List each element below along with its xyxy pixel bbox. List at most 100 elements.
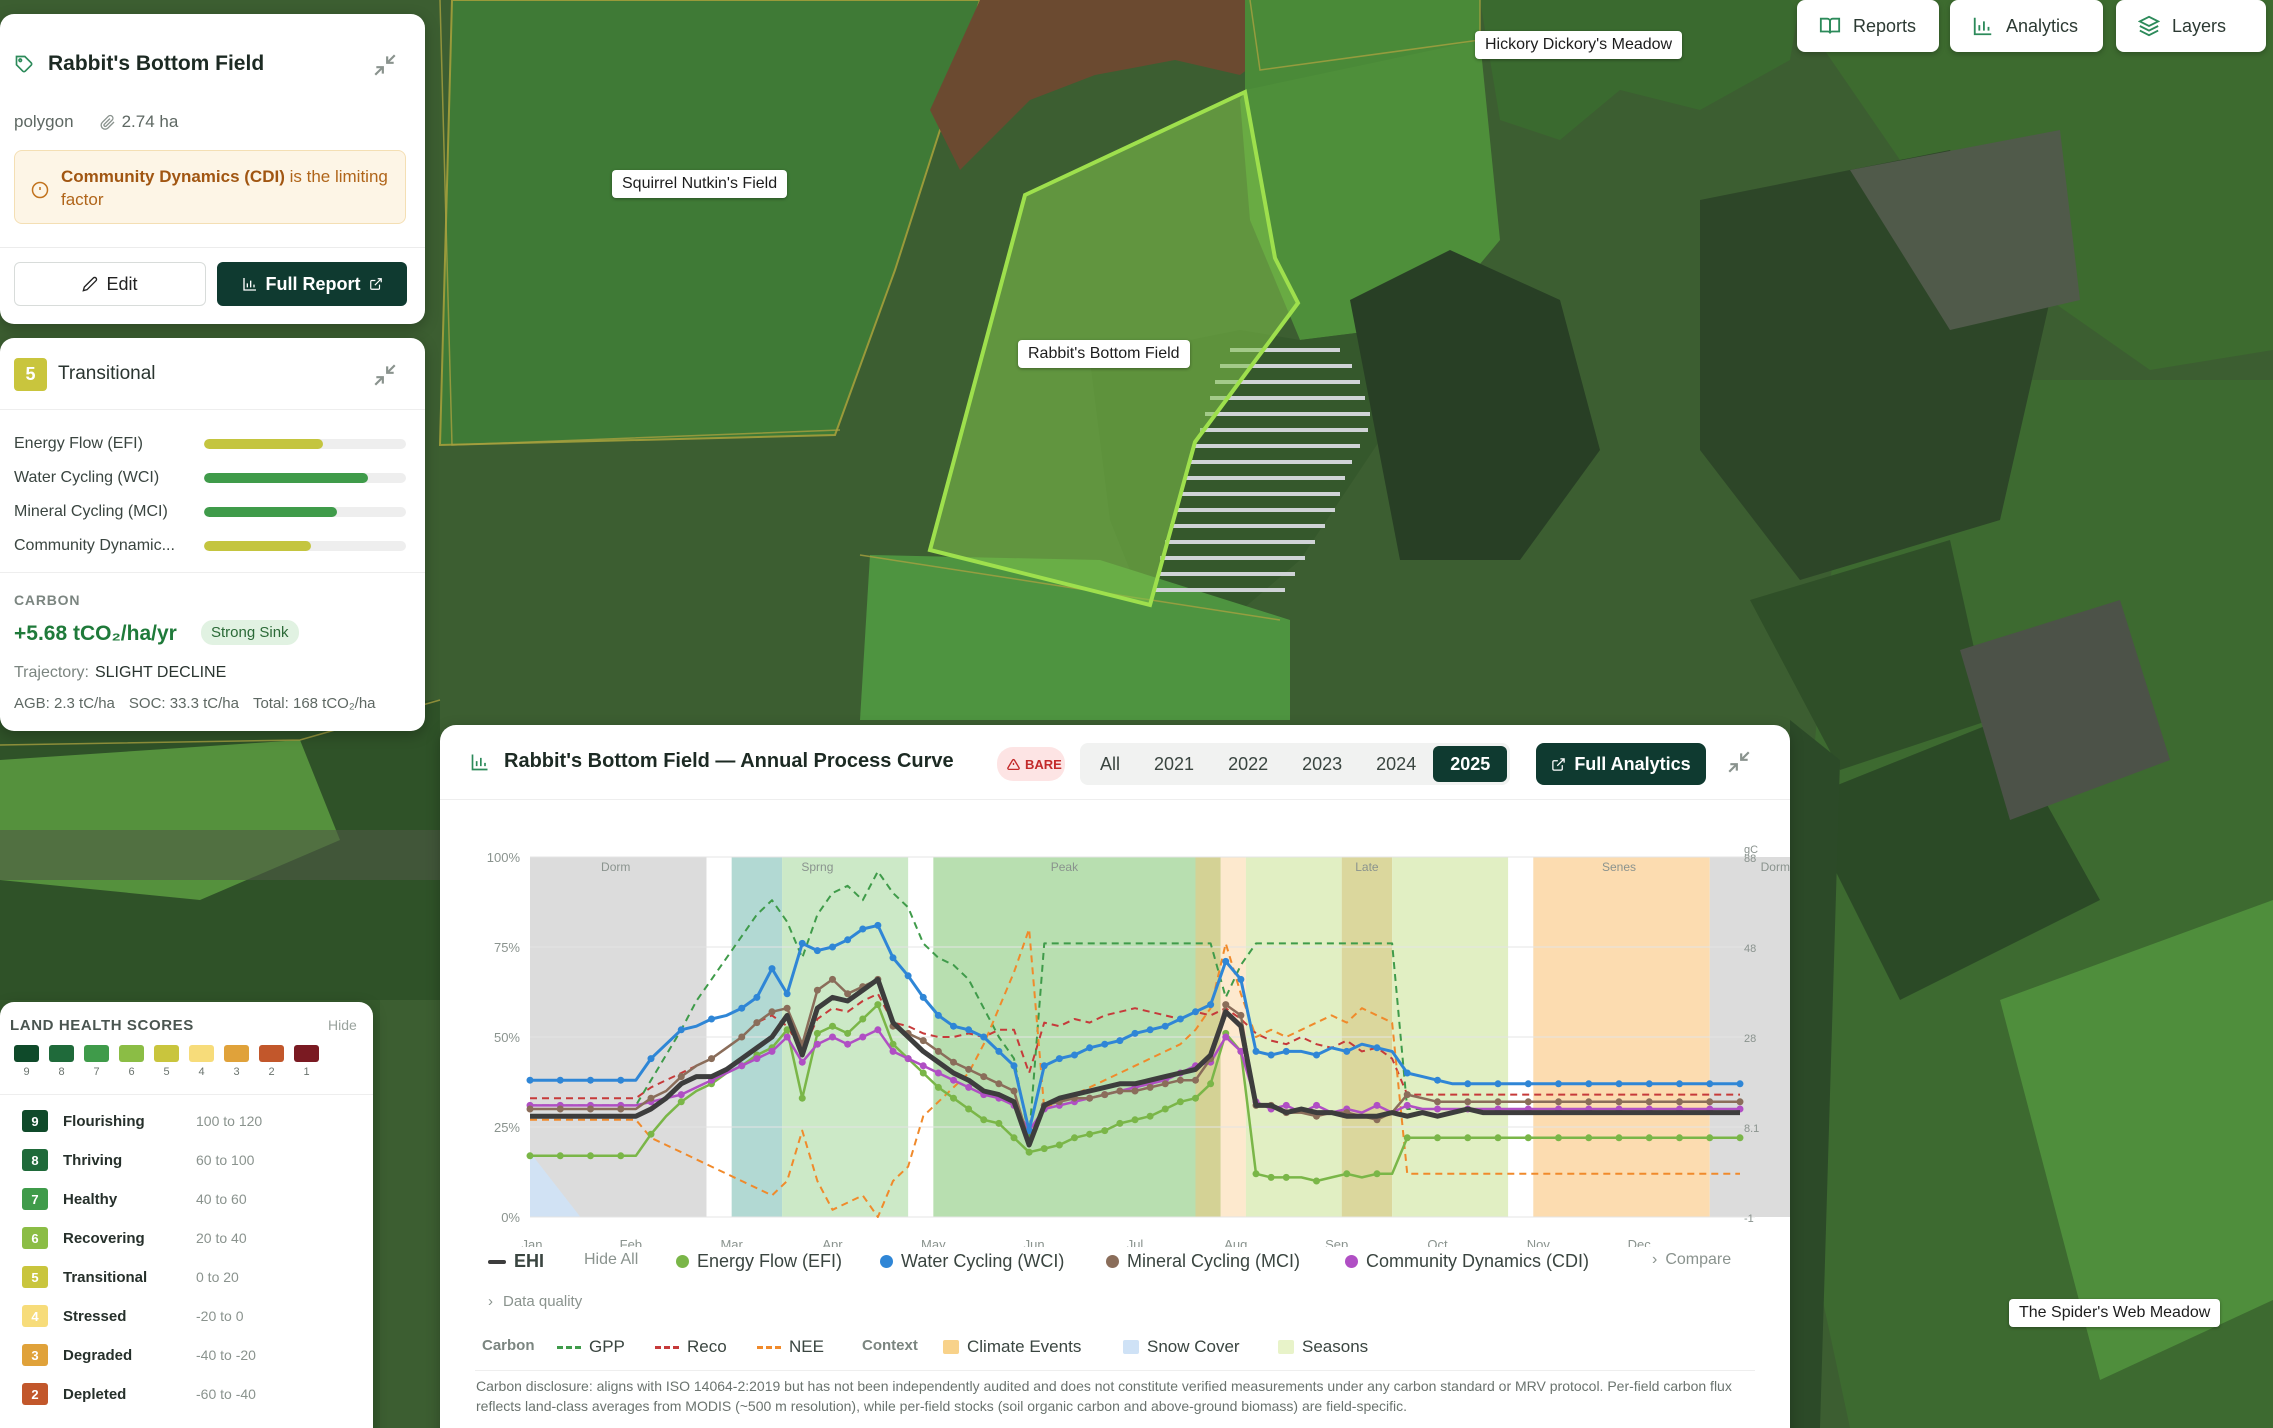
data-point <box>1101 1127 1109 1135</box>
legend-swatches: 9 8 7 6 5 4 3 2 1 <box>14 1045 319 1078</box>
layers-button[interactable]: Layers <box>2116 0 2266 52</box>
data-point <box>647 1130 655 1138</box>
data-point <box>1282 1173 1290 1181</box>
legend-row-badge: 9 <box>22 1110 48 1132</box>
collapse-icon[interactable] <box>1726 749 1752 775</box>
map-label-hickory[interactable]: Hickory Dickory's Meadow <box>1475 31 1683 59</box>
legend-efi[interactable]: Energy Flow (EFI) <box>676 1251 842 1272</box>
swatch-number: 8 <box>58 1066 65 1078</box>
reco-dash-icon <box>655 1345 679 1349</box>
data-point <box>1464 1134 1472 1142</box>
year-tab-2022[interactable]: 2022 <box>1211 746 1285 782</box>
bare-badge-label: BARE <box>1025 756 1062 772</box>
data-point <box>813 1040 821 1048</box>
year-tab-all[interactable]: All <box>1083 746 1137 782</box>
year-tab-2024[interactable]: 2024 <box>1359 746 1433 782</box>
data-point <box>934 1011 942 1019</box>
process-curve-panel: Rabbit's Bottom Field — Annual Process C… <box>440 725 1790 1428</box>
data-point <box>1146 1083 1154 1091</box>
legend-row-name: Thriving <box>63 1151 123 1169</box>
data-point <box>1434 1134 1441 1142</box>
hide-all-button[interactable]: Hide All <box>584 1251 638 1269</box>
legend-gpp[interactable]: GPP <box>557 1337 625 1357</box>
legend-hide-button[interactable]: Hide <box>328 1017 357 1033</box>
legend-climate[interactable]: Climate Events <box>943 1337 1081 1357</box>
gpp-label: GPP <box>589 1337 625 1356</box>
y-tick-label: 25% <box>494 1120 520 1135</box>
data-point <box>1010 1062 1018 1070</box>
legend-seasons[interactable]: Seasons <box>1278 1337 1368 1357</box>
data-point <box>1282 1047 1290 1055</box>
map-label-squirrel[interactable]: Squirrel Nutkin's Field <box>612 170 788 198</box>
total-value: Total: 168 tCO₂/ha <box>252 695 376 712</box>
carbon-heading: CARBON <box>14 592 81 608</box>
data-point <box>768 1047 776 1055</box>
data-point <box>1524 1134 1532 1142</box>
legend-row-badge: 2 <box>22 1383 48 1405</box>
data-point <box>1464 1080 1472 1088</box>
data-point <box>950 1022 957 1030</box>
data-point <box>1403 1069 1411 1077</box>
data-point <box>1161 1105 1169 1113</box>
data-point <box>1343 1047 1351 1055</box>
edit-button[interactable]: Edit <box>14 262 206 306</box>
data-point <box>980 1073 988 1081</box>
index-track <box>204 473 406 483</box>
legend-row-name: Flourishing <box>63 1112 145 1130</box>
legend-cdi[interactable]: Community Dynamics (CDI) <box>1345 1251 1589 1272</box>
year-tab-2021[interactable]: 2021 <box>1137 746 1211 782</box>
field-title-text: Rabbit's Bottom Field <box>48 52 265 75</box>
legend-row-name: Depleted <box>63 1385 127 1403</box>
process-curve-chart[interactable]: Dorm Sprng Peak Late Senes Dorm 0% 25% 50% 75% 100… <box>440 817 1790 1247</box>
legend-reco[interactable]: Reco <box>655 1337 727 1357</box>
data-point <box>647 1094 655 1102</box>
sink-badge: Strong Sink <box>201 620 299 645</box>
data-quality-toggle[interactable]: › Data quality <box>488 1293 582 1310</box>
legend-row: 7 Healthy 40 to 60 <box>22 1188 247 1210</box>
data-point <box>950 1058 957 1066</box>
data-point <box>1040 1145 1048 1153</box>
data-point <box>1282 1101 1290 1109</box>
data-point <box>1025 1148 1033 1156</box>
chevron-right-icon: › <box>1652 1251 1658 1268</box>
data-point <box>677 1026 685 1034</box>
data-point <box>1524 1080 1532 1088</box>
year-tabs: All 2021 2022 2023 2024 2025 <box>1080 743 1511 785</box>
legend-row-badge: 4 <box>22 1305 48 1327</box>
wci-dot-icon <box>880 1255 893 1268</box>
legend-mci[interactable]: Mineral Cycling (MCI) <box>1106 1251 1300 1272</box>
swatch-color <box>119 1045 144 1062</box>
y-tick-label: 0% <box>501 1210 520 1225</box>
warning-triangle-icon <box>1007 758 1020 770</box>
legend-nee[interactable]: NEE <box>757 1337 824 1357</box>
legend-wci[interactable]: Water Cycling (WCI) <box>880 1251 1064 1272</box>
analytics-button[interactable]: Analytics <box>1950 0 2103 52</box>
collapse-icon[interactable] <box>372 362 398 388</box>
data-point <box>1676 1134 1683 1142</box>
year-tab-2025[interactable]: 2025 <box>1433 746 1508 782</box>
legend-row-name: Transitional <box>63 1268 148 1286</box>
legend-row-range: -20 to 0 <box>196 1308 244 1324</box>
legend-row: 6 Recovering 20 to 40 <box>22 1227 247 1249</box>
data-point <box>1676 1080 1683 1088</box>
full-analytics-button[interactable]: Full Analytics <box>1536 743 1706 785</box>
data-point <box>965 1105 973 1113</box>
map-label-spider[interactable]: The Spider's Web Meadow <box>2009 1299 2221 1327</box>
year-tab-2023[interactable]: 2023 <box>1285 746 1359 782</box>
land-health-legend: LAND HEALTH SCORES Hide 9 8 7 6 5 4 3 2 1 9 Flour… <box>0 1002 373 1428</box>
compare-button[interactable]: › Compare <box>1652 1251 1731 1269</box>
data-point <box>1176 1076 1184 1084</box>
swatch-color <box>49 1045 74 1062</box>
legend-ehi[interactable]: EHI <box>488 1251 544 1272</box>
collapse-icon[interactable] <box>372 52 398 78</box>
data-point <box>1161 1080 1169 1088</box>
legend-snow[interactable]: Snow Cover <box>1123 1337 1240 1357</box>
index-bar-wci: Water Cycling (WCI) <box>14 467 406 489</box>
map-label-rabbit[interactable]: Rabbit's Bottom Field <box>1018 340 1190 368</box>
full-report-button[interactable]: Full Report <box>217 262 407 306</box>
index-label: Energy Flow (EFI) <box>14 435 143 452</box>
index-bar-efi: Energy Flow (EFI) <box>14 433 406 455</box>
data-point <box>798 1094 806 1102</box>
data-point <box>1086 1130 1094 1138</box>
reports-button[interactable]: Reports <box>1797 0 1939 52</box>
